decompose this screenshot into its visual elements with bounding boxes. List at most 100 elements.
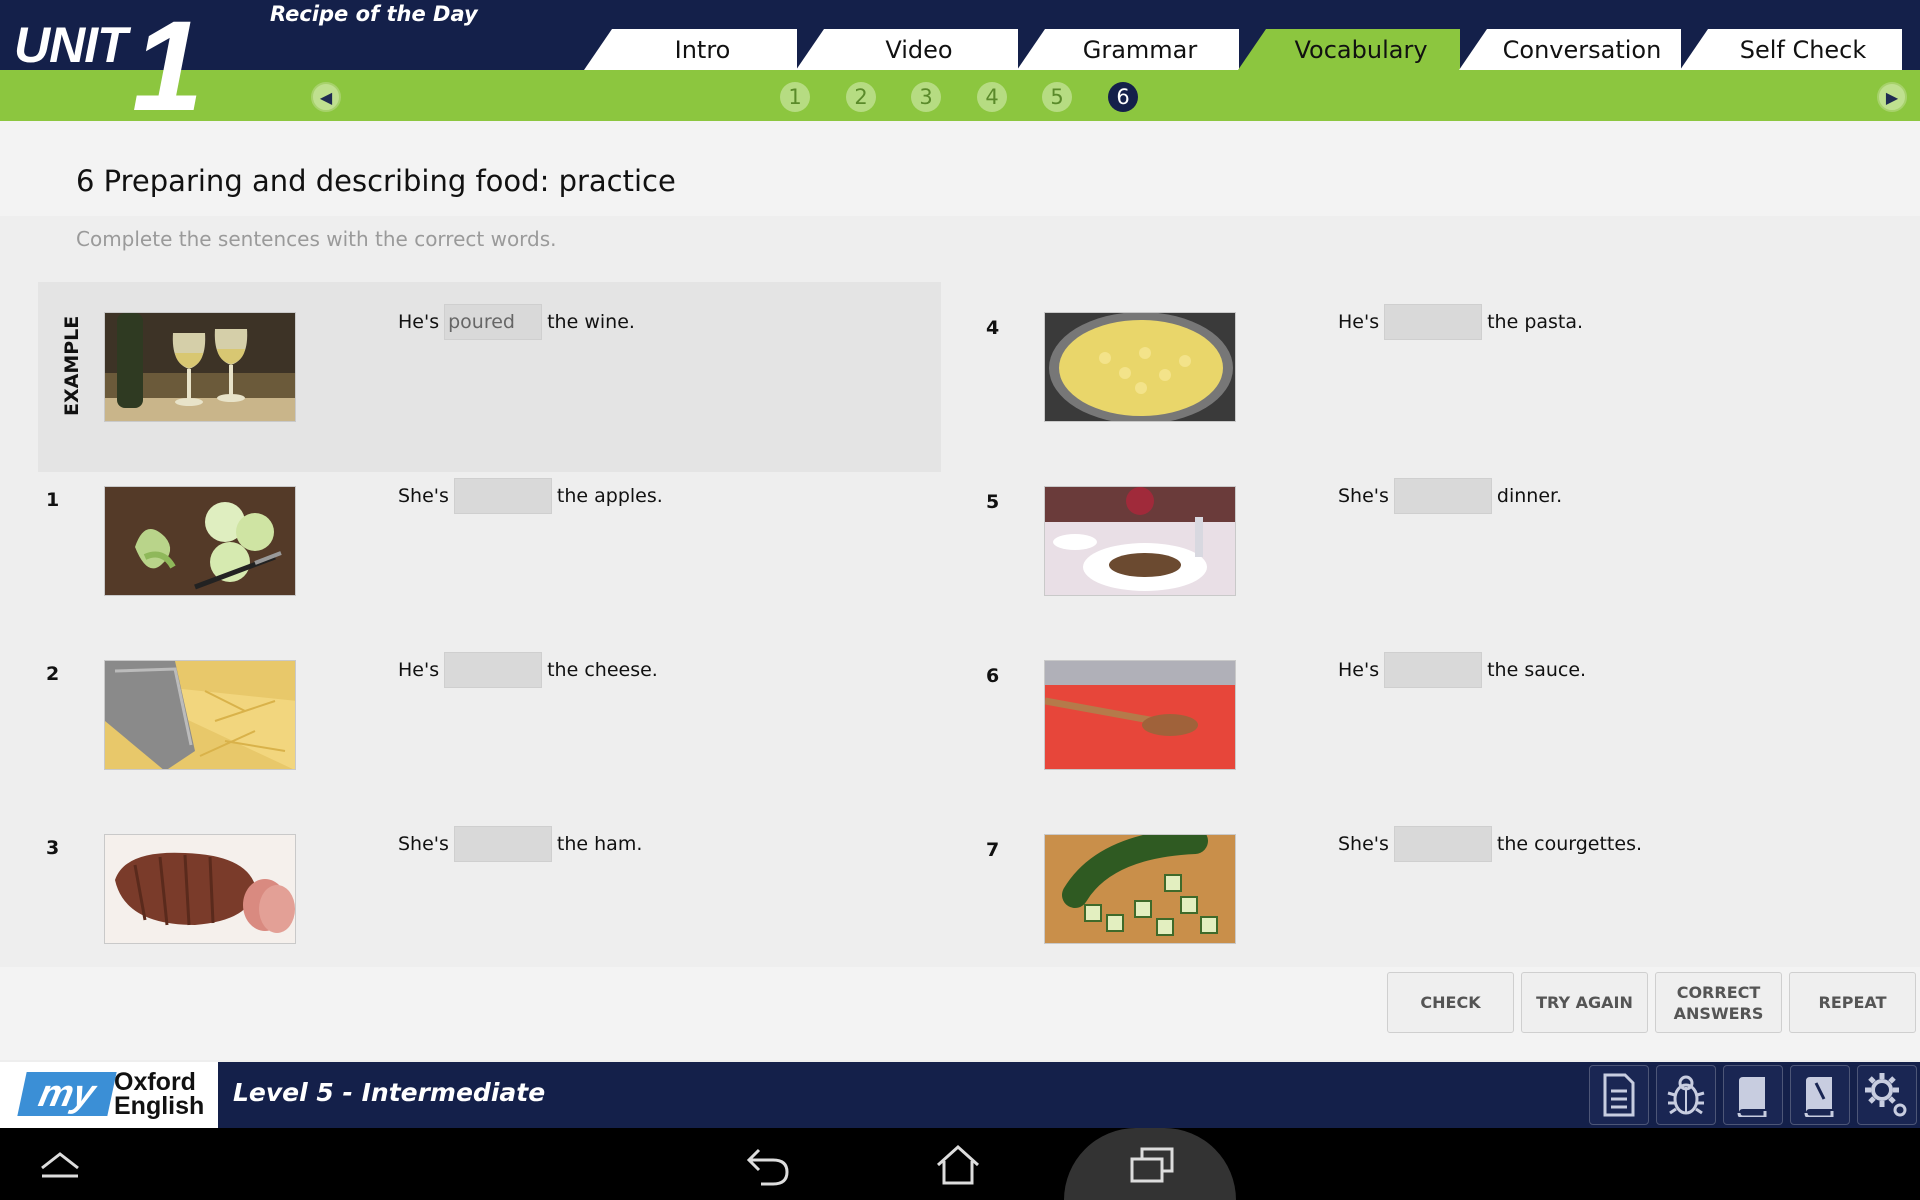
sentence-after: the apples. — [556, 485, 663, 507]
grated-cheese-image — [105, 661, 295, 769]
logo-my: my — [17, 1072, 117, 1116]
system-back-button[interactable] — [738, 1140, 798, 1190]
tomato-sauce-image — [1045, 661, 1235, 769]
answer-field-6[interactable] — [1384, 652, 1483, 688]
system-home-button[interactable] — [928, 1140, 988, 1190]
sentence-4: He's the pasta. — [1338, 304, 1583, 340]
report-bug-button[interactable] — [1656, 1065, 1716, 1125]
sentence-before: He's — [1338, 659, 1380, 681]
page-title: 6 Preparing and describing food: practic… — [76, 164, 676, 198]
sliced-ham-image — [105, 835, 295, 943]
sentence-6: He's the sauce. — [1338, 652, 1586, 688]
answer-field-2[interactable] — [444, 652, 543, 688]
example-answer-field: poured — [444, 304, 543, 340]
workbook-icon — [1804, 1077, 1834, 1117]
repeat-button[interactable]: REPEAT — [1789, 972, 1916, 1033]
page-3-button[interactable]: 3 — [911, 82, 941, 112]
unit-number: 1 — [132, 0, 204, 138]
sentence-before: He's — [1338, 311, 1380, 333]
wine-glasses-image — [105, 313, 295, 421]
photo-ham — [104, 834, 296, 944]
page-5-button[interactable]: 5 — [1042, 82, 1072, 112]
tab-video[interactable]: Video — [796, 29, 1018, 70]
sentence-1: She's the apples. — [398, 478, 663, 514]
back-icon — [746, 1148, 789, 1186]
photo-pasta — [1044, 312, 1236, 422]
photo-white-wine — [104, 312, 296, 422]
photo-cheese — [104, 660, 296, 770]
sentence-before: She's — [1338, 485, 1389, 507]
correct-answers-button[interactable]: CORRECT ANSWERS — [1655, 972, 1782, 1033]
dinner-table-image — [1045, 487, 1235, 595]
chevron-up-icon — [41, 1152, 79, 1178]
answer-field-4[interactable] — [1384, 304, 1483, 340]
settings-icon — [1865, 1073, 1907, 1117]
sentence-after: the courgettes. — [1496, 833, 1643, 855]
item-number: 1 — [46, 489, 60, 511]
example-label: EXAMPLE — [61, 315, 83, 416]
answer-field-5[interactable] — [1393, 478, 1492, 514]
logo-oxford: Oxford — [114, 1068, 196, 1096]
previous-page-button[interactable]: ◀ — [311, 82, 341, 112]
tab-conversation[interactable]: Conversation — [1459, 29, 1681, 70]
arrow-right-icon: ▶ — [1885, 87, 1899, 107]
try-again-button[interactable]: TRY AGAIN — [1521, 972, 1648, 1033]
page-4-button[interactable]: 4 — [977, 82, 1007, 112]
home-icon — [936, 1144, 980, 1185]
item-number: 7 — [986, 839, 1000, 861]
answer-field-7[interactable] — [1393, 826, 1492, 862]
system-recents-button[interactable] — [1122, 1140, 1182, 1190]
page-1-button[interactable]: 1 — [780, 82, 810, 112]
system-menu-button[interactable] — [30, 1140, 90, 1190]
sentence-2: He's the cheese. — [398, 652, 658, 688]
workbook-button[interactable] — [1790, 1065, 1850, 1125]
worksheet-button[interactable] — [1589, 1065, 1649, 1125]
page-6-button[interactable]: 6 — [1108, 82, 1138, 112]
answer-field-1[interactable] — [453, 478, 552, 514]
item-number: 3 — [46, 837, 60, 859]
logo-english: English — [114, 1092, 205, 1120]
sentence-7: She's the courgettes. — [1338, 826, 1642, 862]
unit-title: Recipe of the Day — [270, 2, 478, 26]
document-icon — [1603, 1073, 1635, 1117]
answer-field-3[interactable] — [453, 826, 552, 862]
item-number: 2 — [46, 663, 60, 685]
sentence-before: He's — [398, 659, 440, 681]
sentence-3: She's the ham. — [398, 826, 642, 862]
sentence-before: She's — [398, 485, 449, 507]
arrow-left-icon: ◀ — [319, 87, 333, 107]
tab-grammar[interactable]: Grammar — [1017, 29, 1239, 70]
photo-apples — [104, 486, 296, 596]
sentence-after: the wine. — [547, 311, 635, 333]
settings-button[interactable] — [1857, 1065, 1917, 1125]
peeled-apples-image — [105, 487, 295, 595]
chopped-courgettes-image — [1045, 835, 1235, 943]
item-number: 5 — [986, 491, 1000, 513]
sentence-after: the pasta. — [1487, 311, 1584, 333]
next-page-button[interactable]: ▶ — [1877, 82, 1907, 112]
sentence-after: the ham. — [556, 833, 643, 855]
bug-icon — [1667, 1075, 1705, 1115]
page-nav-bar — [0, 70, 1920, 121]
level-label: Level 5 - Intermediate — [233, 1078, 546, 1107]
check-button[interactable]: CHECK — [1387, 972, 1514, 1033]
sentence-before: He's — [398, 311, 440, 333]
unit-label: UNIT — [14, 17, 128, 73]
page-2-button[interactable]: 2 — [846, 82, 876, 112]
sentence-after: the sauce. — [1487, 659, 1587, 681]
instruction-text: Complete the sentences with the correct … — [76, 227, 557, 251]
tab-intro[interactable]: Intro — [584, 29, 797, 70]
book-icon — [1737, 1077, 1767, 1117]
correct-answers-label: CORRECT ANSWERS — [1673, 982, 1764, 1023]
sentence-5: She's dinner. — [1338, 478, 1562, 514]
tab-vocabulary[interactable]: Vocabulary — [1238, 29, 1460, 70]
photo-sauce — [1044, 660, 1236, 770]
sentence-before: She's — [1338, 833, 1389, 855]
sentence-before: She's — [398, 833, 449, 855]
item-number: 4 — [986, 317, 1000, 339]
sentence-after: the cheese. — [547, 659, 658, 681]
students-book-button[interactable] — [1723, 1065, 1783, 1125]
logo-text: Oxford English — [114, 1068, 205, 1120]
example-sentence: He's poured the wine. — [398, 304, 635, 340]
tab-self-check[interactable]: Self Check — [1680, 29, 1902, 70]
